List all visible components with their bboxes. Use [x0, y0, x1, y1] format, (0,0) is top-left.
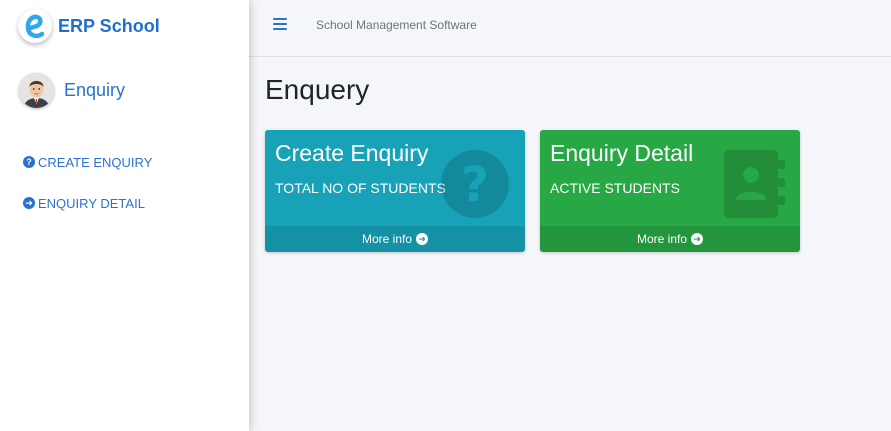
- more-info-link[interactable]: More info ➜: [540, 226, 800, 252]
- arrow-circle-right-icon: ➜: [691, 233, 704, 245]
- enquiry-detail-card: Enquiry Detail ACTIVE STUDENTS More info…: [540, 130, 800, 252]
- card-heading: Create Enquiry: [275, 140, 429, 166]
- page-title: Enquery: [265, 74, 370, 105]
- user-name: Enquiry: [64, 79, 126, 100]
- sidebar-item-enquiry-detail[interactable]: ➜ ENQUIRY DETAIL: [23, 193, 152, 213]
- sidebar-item-create-enquiry[interactable]: ? CREATE ENQUIRY: [23, 152, 152, 172]
- sidebar: ERP School Enquiry ? CREATE ENQUIRY ➜ EN…: [0, 0, 249, 431]
- top-navbar: School Management Software: [249, 0, 891, 57]
- e-logo-icon: [18, 9, 52, 43]
- brand-link[interactable]: ERP School: [18, 8, 160, 44]
- card-subtitle: TOTAL NO OF STUDENTS: [275, 180, 446, 196]
- more-info-label: More info: [361, 232, 413, 246]
- arrow-circle-right-icon: ➜: [23, 197, 35, 209]
- sidebar-item-label: CREATE ENQUIRY: [38, 154, 153, 170]
- sidebar-nav: ? CREATE ENQUIRY ➜ ENQUIRY DETAIL: [23, 152, 152, 213]
- create-enquiry-card: Create Enquiry TOTAL NO OF STUDENTS ? Mo…: [265, 130, 525, 252]
- brand-name: ERP School: [58, 15, 160, 36]
- sidebar-item-label: ENQUIRY DETAIL: [38, 195, 145, 211]
- more-info-label: More info: [636, 232, 688, 246]
- address-book-icon: [724, 148, 786, 225]
- card-heading: Enquiry Detail: [550, 140, 694, 166]
- user-panel[interactable]: Enquiry: [19, 72, 125, 108]
- question-circle-icon: ?: [441, 150, 509, 223]
- arrow-circle-right-icon: ➜: [416, 233, 429, 245]
- more-info-link[interactable]: More info ➜: [265, 226, 525, 252]
- card-subtitle: ACTIVE STUDENTS: [550, 180, 680, 196]
- question-circle-icon: ?: [23, 156, 35, 168]
- header-title[interactable]: School Management Software: [316, 18, 477, 32]
- svg-text:?: ?: [461, 157, 489, 213]
- user-avatar-icon: [19, 72, 54, 108]
- hamburger-icon[interactable]: [273, 18, 287, 32]
